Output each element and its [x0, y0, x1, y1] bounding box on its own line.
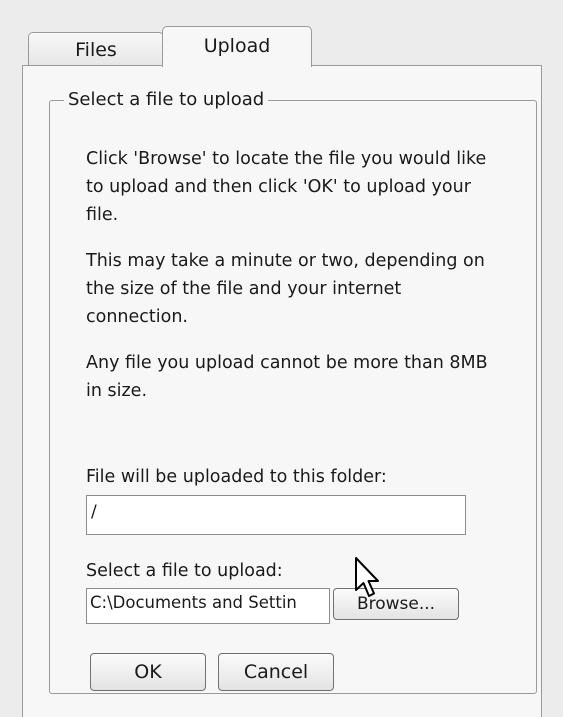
tab-files[interactable]: Files	[28, 32, 164, 66]
file-path-field[interactable]: C:\Documents and Settin	[86, 588, 330, 624]
upload-panel: Select a file to upload Click 'Browse' t…	[22, 65, 542, 717]
ok-button[interactable]: OK	[90, 653, 206, 691]
file-label: Select a file to upload:	[86, 561, 283, 581]
tab-upload[interactable]: Upload	[162, 26, 312, 67]
size-limit-text: Any file you upload cannot be more than …	[86, 353, 488, 401]
duration-note-text: This may take a minute or two, depending…	[86, 251, 485, 327]
cancel-button[interactable]: Cancel	[218, 653, 334, 691]
folder-field[interactable]: /	[86, 495, 466, 535]
instructions-text: Click 'Browse' to locate the file you wo…	[86, 149, 487, 225]
arrow-pointer-icon	[355, 557, 379, 597]
browse-button[interactable]: Browse...	[333, 588, 459, 620]
groupbox-title: Select a file to upload	[64, 88, 269, 112]
upload-groupbox: Select a file to upload Click 'Browse' t…	[49, 88, 537, 694]
tab-bar: Files Upload	[22, 26, 542, 67]
folder-label: File will be uploaded to this folder:	[86, 467, 387, 487]
